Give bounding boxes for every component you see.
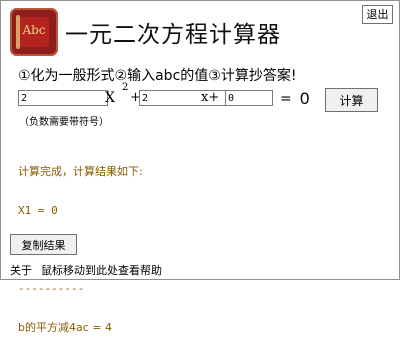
x-plus-symbol: x+ bbox=[201, 90, 220, 105]
calculator-window: Abc 一元二次方程计算器 退出 ①化为一般形式②输入abc的值③计算抄答案! … bbox=[0, 0, 400, 334]
calculate-button[interactable]: 计算 bbox=[325, 88, 378, 112]
app-title: 一元二次方程计算器 bbox=[65, 22, 281, 48]
instructions: ①化为一般形式②输入abc的值③计算抄答案! bbox=[18, 68, 297, 84]
result-heading: 计算完成，计算结果如下: bbox=[18, 165, 143, 178]
coefficient-c-input[interactable] bbox=[225, 90, 273, 106]
help-hint[interactable]: 鼠标移动到此处查看帮助 bbox=[41, 262, 162, 278]
book-icon: Abc bbox=[10, 8, 58, 56]
result-divider: ---------- bbox=[18, 282, 85, 295]
exponent: 2 bbox=[122, 82, 129, 93]
app-icon-text: Abc bbox=[22, 23, 46, 37]
about-link[interactable]: 关于 bbox=[10, 262, 32, 278]
copy-result-button[interactable]: 复制结果 bbox=[10, 234, 77, 255]
result-x1: X1 = 0 bbox=[18, 204, 58, 217]
negative-number-note: （负数需要带符号） bbox=[19, 117, 109, 128]
x-symbol: X bbox=[105, 90, 115, 106]
equals-sign: = bbox=[280, 91, 292, 107]
result-discriminant: b的平方减4ac = 4 bbox=[18, 321, 112, 334]
coefficient-a-input[interactable] bbox=[18, 90, 108, 106]
rhs-zero: 0 bbox=[300, 89, 310, 108]
exit-button[interactable]: 退出 bbox=[362, 5, 393, 24]
